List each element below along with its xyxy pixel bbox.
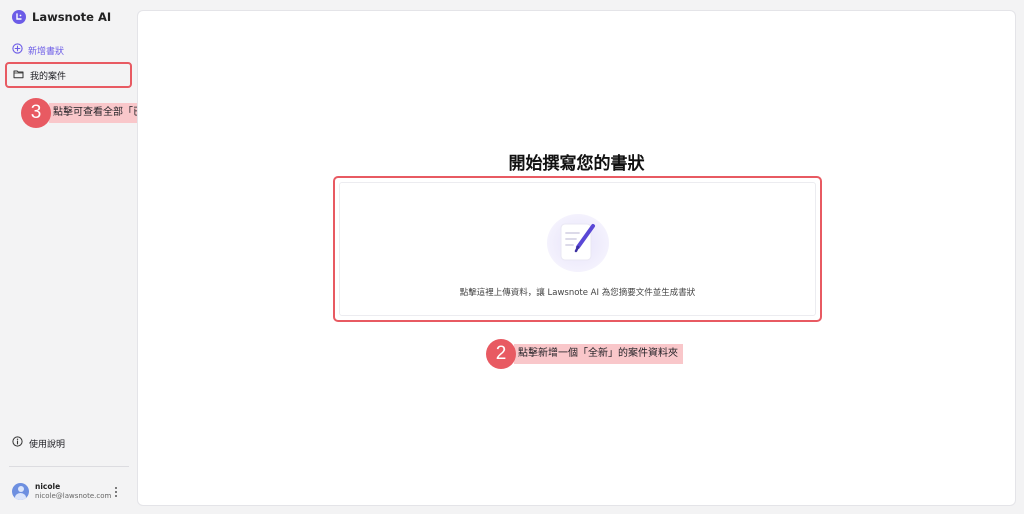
- user-name: nicole: [35, 482, 61, 491]
- annotation-callout-2: 2 點擊新增一個「全新」的案件資料夾: [486, 339, 683, 369]
- new-case-label: 新增書狀: [28, 46, 65, 57]
- annotation-number: 2: [486, 339, 516, 369]
- user-profile[interactable]: nicole nicole@lawsnote.com: [12, 482, 111, 500]
- app-name: Lawsnote AI: [32, 10, 112, 24]
- document-edit-icon: [547, 214, 609, 272]
- annotation-text: 點擊新增一個「全新」的案件資料夾: [514, 344, 683, 364]
- help-link[interactable]: 使用說明: [12, 436, 65, 450]
- plus-circle-icon: [12, 43, 23, 57]
- upload-highlight: 點擊這裡上傳資料，讓 Lawsnote AI 為您摘要文件並生成書狀: [333, 176, 822, 322]
- lawsnote-logo-icon: [12, 10, 26, 24]
- annotation-number: 3: [21, 98, 51, 128]
- sidebar-item-my-cases[interactable]: 我的案件: [5, 62, 132, 88]
- avatar: [12, 482, 29, 500]
- help-label: 使用說明: [29, 439, 66, 450]
- main-panel: 開始撰寫您的書狀 點擊這裡上傳資料，讓 Lawsnote AI 為您摘要文件並生…: [137, 10, 1016, 506]
- more-vertical-icon[interactable]: [113, 486, 119, 498]
- page-title: 開始撰寫您的書狀: [508, 154, 645, 174]
- sidebar: Lawsnote AI 新增書狀 我的案件 使用說明 nicole nicole…: [0, 0, 136, 514]
- my-cases-label: 我的案件: [30, 71, 67, 82]
- upload-hint: 點擊這裡上傳資料，讓 Lawsnote AI 為您摘要文件並生成書狀: [459, 288, 696, 298]
- upload-dropzone[interactable]: 點擊這裡上傳資料，讓 Lawsnote AI 為您摘要文件並生成書狀: [339, 182, 816, 316]
- sidebar-divider: [9, 466, 129, 467]
- new-case-button[interactable]: 新增書狀: [12, 43, 64, 57]
- user-email: nicole@lawsnote.com: [35, 492, 112, 500]
- brand[interactable]: Lawsnote AI: [12, 10, 111, 24]
- info-icon: [12, 436, 23, 450]
- folder-icon: [13, 69, 24, 82]
